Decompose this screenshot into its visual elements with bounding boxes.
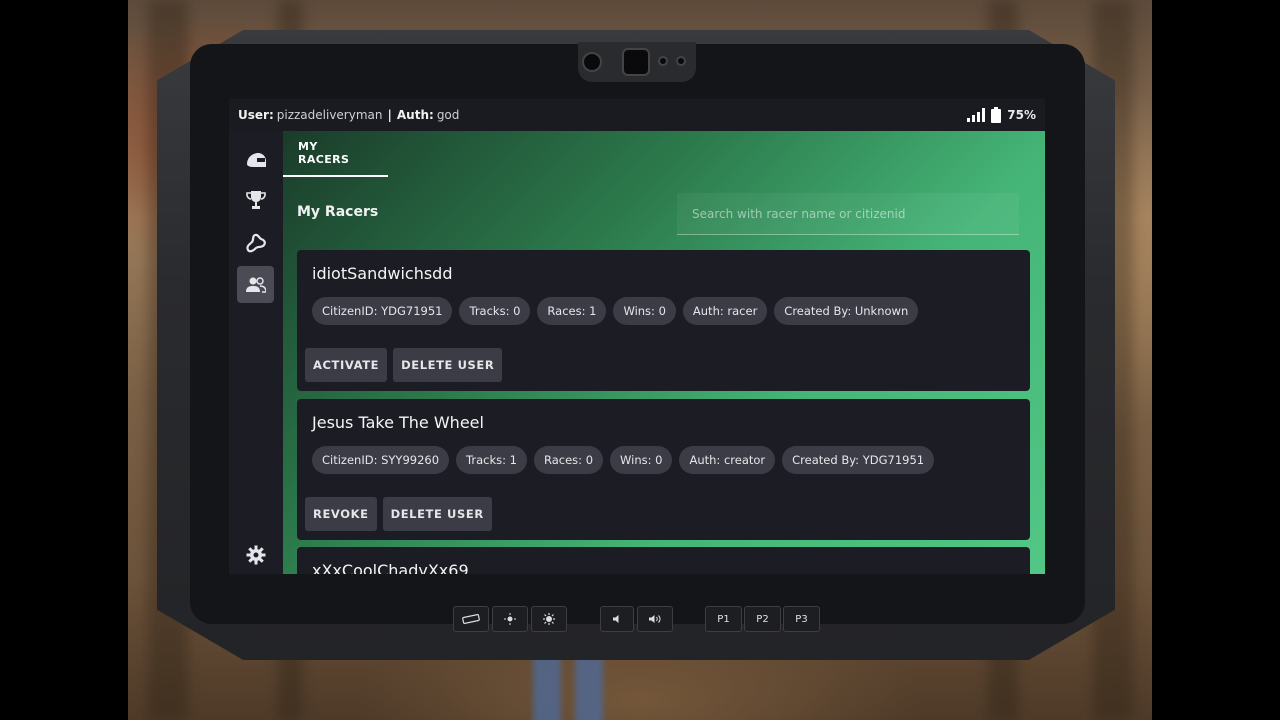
brightness-up-button[interactable] (531, 606, 567, 632)
delete-user-button[interactable]: DELETE USER (382, 497, 492, 531)
tab-bar: MY RACERS (283, 131, 388, 177)
volume-up-button[interactable] (637, 606, 673, 632)
delete-user-button[interactable]: DELETE USER (393, 348, 503, 382)
main-panel: MY RACERS My Racers idiotSandwichsdd Cit… (283, 131, 1045, 574)
racer-name: Jesus Take The Wheel (312, 413, 484, 432)
races-chip: Races: 1 (537, 297, 607, 325)
brightness-down-button[interactable] (492, 606, 528, 632)
citizenid-chip: CitizenID: YDG71951 (312, 297, 453, 325)
racer-name: xXxCoolChadyXx69 (312, 561, 469, 574)
wins-chip: Wins: 0 (610, 446, 673, 474)
racer-actions: REVOKE DELETE USER (305, 497, 492, 531)
sensor-icon (658, 56, 668, 66)
racer-stats: CitizenID: YDG71951 Tracks: 0 Races: 1 W… (312, 297, 919, 325)
citizenid-chip: CitizenID: SYY99260 (312, 446, 450, 474)
sidebar (229, 131, 283, 574)
races-chip: Races: 0 (533, 446, 604, 474)
sidebar-item-racers[interactable] (237, 266, 274, 303)
tracks-chip: Tracks: 0 (459, 297, 531, 325)
status-bar: User: pizzadeliveryman | Auth: god 75% (229, 99, 1045, 131)
username: pizzadeliveryman (276, 108, 383, 122)
trophy-icon (245, 190, 266, 209)
sidebar-item-tracks[interactable] (237, 224, 274, 261)
created-by-chip: Created By: Unknown (774, 297, 919, 325)
battery-percent: 75% (1007, 108, 1036, 122)
preset-p2-button[interactable]: P2 (744, 606, 781, 632)
user-label: User: (238, 108, 274, 122)
signal-icon (967, 108, 986, 122)
sensor-icon (676, 56, 686, 66)
page-title: My Racers (297, 204, 379, 220)
battery-icon (991, 107, 1002, 123)
sidebar-item-settings[interactable] (237, 536, 274, 573)
auth-label: Auth: (396, 108, 434, 122)
tablet-screen: User: pizzadeliveryman | Auth: god 75% M… (229, 99, 1045, 574)
keyboard-icon (462, 614, 480, 624)
activate-button[interactable]: ACTIVATE (305, 348, 388, 382)
racer-card: xXxCoolChadyXx69 (297, 547, 1030, 574)
gear-icon (246, 545, 265, 564)
status-separator: | (387, 108, 392, 122)
tab-my-racers[interactable]: MY RACERS (283, 131, 388, 177)
helmet-icon (246, 152, 266, 167)
volume-down-icon (613, 615, 619, 623)
racer-card: idiotSandwichsdd CitizenID: YDG71951 Tra… (297, 250, 1030, 391)
sidebar-item-races[interactable] (237, 142, 274, 179)
created-by-chip: Created By: YDG71951 (782, 446, 935, 474)
status-indicators: 75% (967, 107, 1036, 123)
webcam-icon (622, 48, 650, 76)
users-icon (245, 276, 266, 293)
preset-p3-button[interactable]: P3 (783, 606, 820, 632)
revoke-button[interactable]: REVOKE (305, 497, 377, 531)
racer-name: idiotSandwichsdd (312, 264, 453, 283)
racer-stats: CitizenID: SYY99260 Tracks: 1 Races: 0 W… (312, 446, 935, 474)
preset-p1-button[interactable]: P1 (705, 606, 742, 632)
volume-up-icon (649, 615, 661, 623)
racer-card: Jesus Take The Wheel CitizenID: SYY99260… (297, 399, 1030, 540)
keyboard-button[interactable] (453, 606, 489, 632)
camera-housing (578, 42, 696, 82)
tracks-chip: Tracks: 1 (456, 446, 527, 474)
track-icon (245, 233, 266, 252)
sidebar-item-results[interactable] (237, 181, 274, 218)
volume-down-button[interactable] (600, 606, 634, 632)
stage: User: pizzadeliveryman | Auth: god 75% M… (0, 0, 1280, 720)
brightness-down-icon (504, 613, 516, 625)
auth-level: god (436, 108, 460, 122)
auth-chip: Auth: creator (679, 446, 776, 474)
racer-actions: ACTIVATE DELETE USER (305, 348, 503, 382)
search-input[interactable] (677, 193, 1019, 235)
wins-chip: Wins: 0 (613, 297, 676, 325)
brightness-up-icon (543, 613, 555, 625)
auth-chip: Auth: racer (682, 297, 768, 325)
camera-icon (582, 52, 602, 72)
